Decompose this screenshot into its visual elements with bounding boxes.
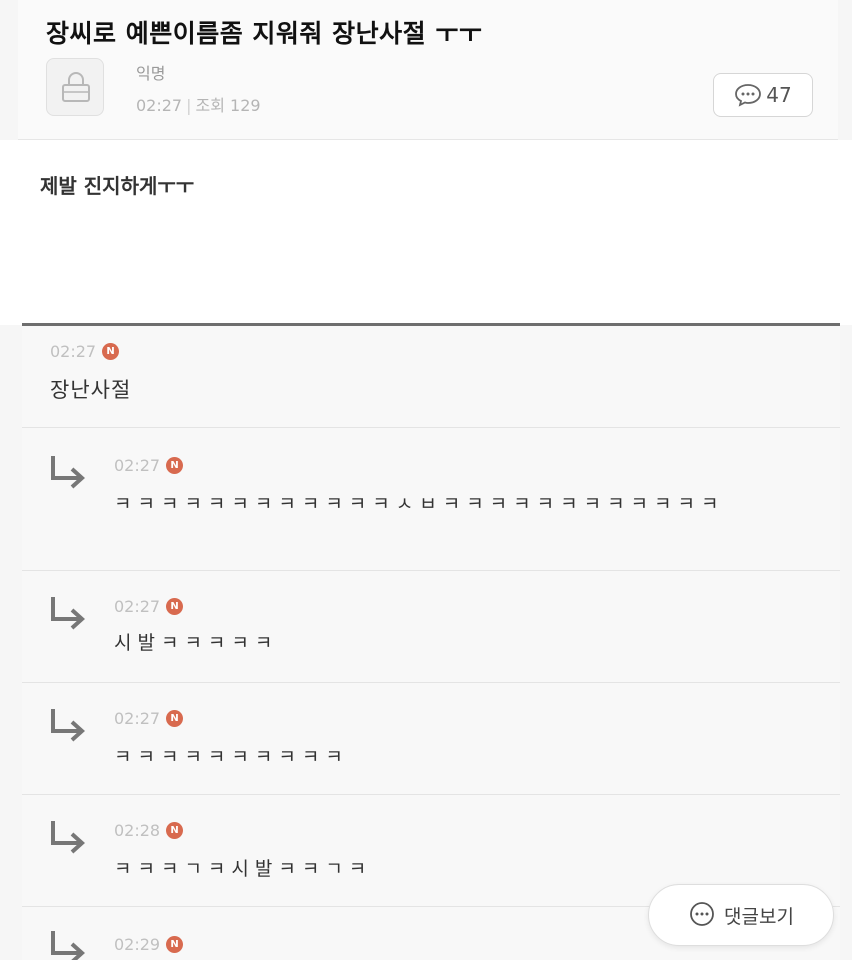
comment-time: 02:28 — [114, 821, 161, 840]
reply-arrow-icon — [51, 597, 85, 630]
post-page: 장씨로 예쁜이름좀 지워줘 장난사절 ㅜㅜ 익명 02:27 | 조회 129 47… — [0, 0, 852, 960]
new-badge: N — [102, 343, 120, 360]
comment-text: ㅋㅋㅋㅋㅋㅋㅋㅋㅋㅋ — [114, 746, 349, 768]
reply-arrow-icon — [51, 931, 85, 960]
reply-arrow-icon — [51, 456, 85, 489]
comment-meta: 02:29 N — [114, 935, 184, 954]
comment-meta: 02:27 N — [114, 456, 184, 475]
reply-item: 02:27 N 시발ㅋㅋㅋㅋㅋ — [22, 571, 840, 683]
comment-text: ㅋㅋㅋㅋㅋㅋㅋㅋㅋㅋㅋㅋㅅㅂㅋㅋㅋㅋㅋㅋㅋㅋㅋㅋㅋㅋ — [114, 493, 725, 515]
avatar — [46, 58, 104, 116]
reply-arrow-icon — [51, 709, 85, 742]
comment-text: 시발ㅋㅋㅋㅋㅋ — [114, 632, 279, 654]
reply-arrow-icon — [51, 821, 85, 854]
comment-time: 02:27 — [114, 597, 161, 616]
author-name: 익명 — [136, 64, 166, 83]
comment-meta: 02:28 N — [114, 821, 184, 840]
post-body: 제발 진지하게ㅜㅜ — [0, 140, 852, 325]
speech-bubble-icon — [690, 902, 714, 926]
post-views: 조회 129 — [195, 96, 261, 115]
speech-bubble-icon — [735, 84, 762, 107]
comment-time: 02:27 — [114, 456, 161, 475]
meta-separator: | — [186, 96, 192, 115]
view-comments-button[interactable]: 댓글보기 — [648, 884, 834, 946]
new-badge: N — [166, 822, 184, 839]
comment-meta: 02:27 N — [114, 597, 184, 616]
comment-text: ㅋㅋㅋㄱㅋ시발ㅋㅋㄱㅋ — [114, 858, 373, 880]
comment-time: 02:27 — [114, 709, 161, 728]
post-meta: 02:27 | 조회 129 — [136, 92, 261, 116]
new-badge: N — [166, 457, 184, 474]
lock-icon — [62, 72, 90, 102]
comment-time: 02:27 — [50, 342, 97, 361]
comment-item: 02:27 N 장난사절 — [22, 326, 840, 428]
post-title: 장씨로 예쁜이름좀 지워줘 장난사절 ㅜㅜ — [46, 19, 483, 48]
comment-meta: 02:27 N — [50, 342, 120, 361]
post-text: 제발 진지하게ㅜㅜ — [40, 174, 195, 198]
view-comments-label: 댓글보기 — [724, 905, 794, 928]
new-badge: N — [166, 710, 184, 727]
reply-item: 02:27 N ㅋㅋㅋㅋㅋㅋㅋㅋㅋㅋ — [22, 683, 840, 795]
comment-count: 47 — [766, 83, 792, 107]
new-badge: N — [166, 598, 184, 615]
comment-text: 장난사절 — [50, 378, 132, 402]
post-header: 장씨로 예쁜이름좀 지워줘 장난사절 ㅜㅜ 익명 02:27 | 조회 129 47 — [18, 0, 838, 140]
reply-item: 02:27 N ㅋㅋㅋㅋㅋㅋㅋㅋㅋㅋㅋㅋㅅㅂㅋㅋㅋㅋㅋㅋㅋㅋㅋㅋㅋㅋ — [22, 428, 840, 571]
comment-meta: 02:27 N — [114, 709, 184, 728]
new-badge: N — [166, 936, 184, 953]
comment-count-button[interactable]: 47 — [713, 73, 813, 117]
comment-list: 02:27 N 장난사절 02:27 N ㅋㅋㅋㅋㅋㅋㅋㅋㅋㅋㅋㅋㅅㅂㅋㅋㅋㅋㅋ… — [22, 326, 840, 960]
comment-time: 02:29 — [114, 935, 161, 954]
post-time: 02:27 — [136, 96, 183, 115]
